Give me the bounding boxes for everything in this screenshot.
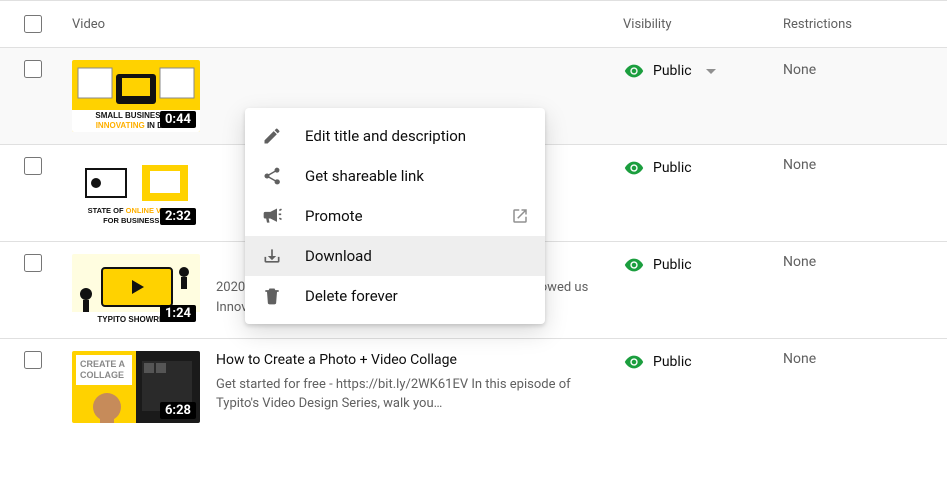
table-header-row: Video Visibility Restrictions [0,0,947,48]
menu-item-edit[interactable]: Edit title and description [245,116,545,156]
pencil-icon [261,125,283,147]
column-header-video[interactable]: Video [72,17,623,32]
menu-item-label: Delete forever [305,287,398,305]
row-checkbox[interactable] [24,60,42,78]
restrictions-cell: None [783,351,923,367]
options-menu: Edit title and description Get shareable… [245,108,545,324]
video-thumbnail[interactable]: SMALL BUSINESSES INNOVATING IN DIRE 0:44 [72,60,200,132]
public-eye-icon [623,60,645,82]
chevron-down-icon [706,69,716,74]
row-checkbox[interactable] [24,351,42,369]
restrictions-cell: None [783,254,923,270]
duration-badge: 1:24 [160,305,196,322]
select-all-checkbox[interactable] [24,15,42,33]
public-eye-icon [623,157,645,179]
visibility-dropdown[interactable]: Public [623,157,692,179]
duration-badge: 6:28 [160,402,196,419]
restrictions-cell: None [783,157,923,173]
visibility-dropdown[interactable]: Public [623,254,692,276]
visibility-label: Public [653,63,692,79]
column-header-restrictions[interactable]: Restrictions [783,17,923,32]
svg-text:COLLAGE: COLLAGE [80,370,124,380]
duration-badge: 0:44 [160,111,196,128]
menu-item-label: Edit title and description [305,127,466,145]
visibility-label: Public [653,257,692,273]
share-icon [261,165,283,187]
menu-item-download[interactable]: Download [245,236,545,276]
visibility-label: Public [653,354,692,370]
public-eye-icon [623,351,645,373]
svg-text:CREATE A: CREATE A [80,359,126,369]
header-checkbox-cell [24,15,72,33]
video-description: Get started for free - https://bit.ly/2W… [216,375,607,414]
trash-icon [261,285,283,307]
video-thumbnail[interactable]: CREATE A COLLAGE 6:28 [72,351,200,423]
video-thumbnail[interactable]: STATE OF ONLINE VIDEOS FOR BUSINESS IN 2… [72,157,200,229]
menu-item-promote[interactable]: Promote [245,196,545,236]
visibility-dropdown[interactable]: Public [623,60,716,82]
menu-item-delete[interactable]: Delete forever [245,276,545,316]
visibility-label: Public [653,160,692,176]
download-icon [261,245,283,267]
row-checkbox[interactable] [24,254,42,272]
duration-badge: 2:32 [160,208,196,225]
megaphone-icon [261,205,283,227]
menu-item-share[interactable]: Get shareable link [245,156,545,196]
table-row[interactable]: CREATE A COLLAGE 6:28 How to Create a Ph… [0,339,947,435]
menu-item-label: Download [305,247,372,265]
menu-item-label: Promote [305,207,363,225]
video-title: How to Create a Photo + Video Collage [216,351,607,371]
video-thumbnail[interactable]: TYPITO SHOWREEL 1:24 [72,254,200,326]
restrictions-cell: None [783,60,923,78]
menu-item-label: Get shareable link [305,167,424,185]
open-external-icon [511,207,529,225]
visibility-dropdown[interactable]: Public [623,351,692,373]
column-header-visibility[interactable]: Visibility [623,17,783,32]
row-checkbox[interactable] [24,157,42,175]
public-eye-icon [623,254,645,276]
